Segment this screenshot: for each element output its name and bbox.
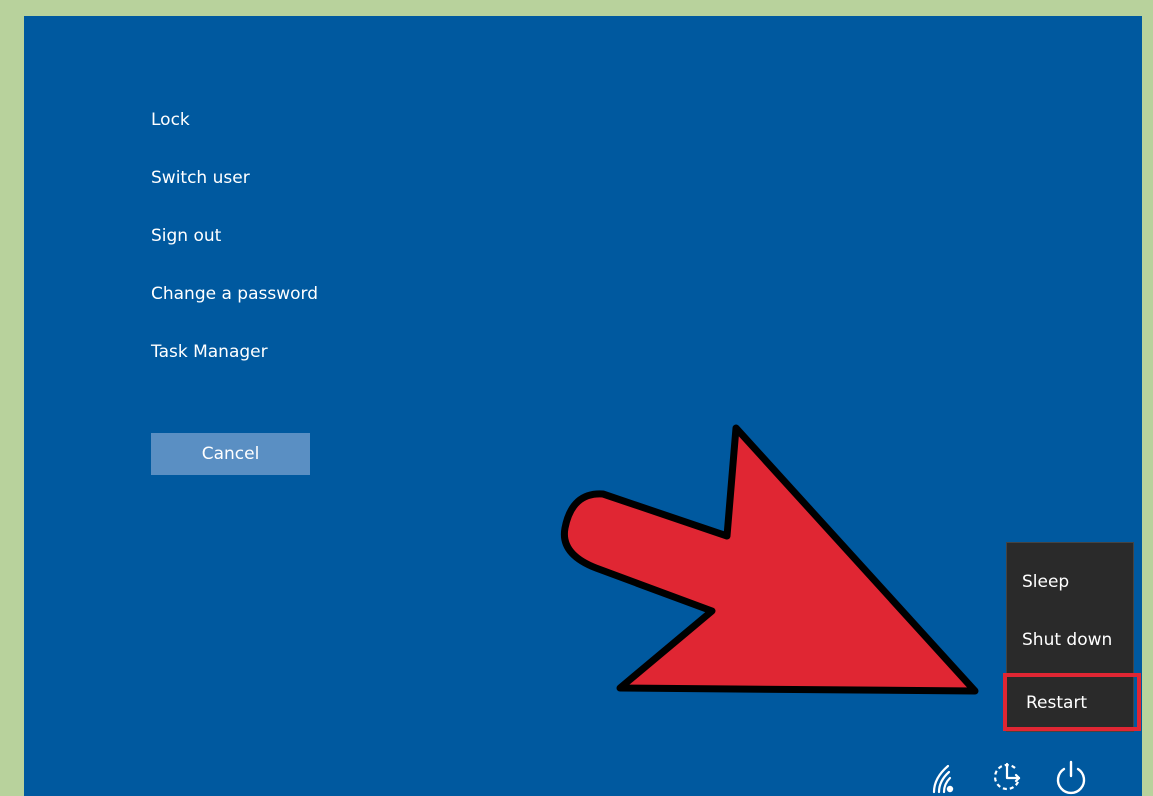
shut-down-option[interactable]: Shut down — [1007, 615, 1133, 665]
sign-out-option[interactable]: Sign out — [151, 220, 318, 278]
sleep-option[interactable]: Sleep — [1007, 557, 1133, 607]
wifi-icon[interactable] — [926, 758, 964, 796]
task-manager-option[interactable]: Task Manager — [151, 336, 318, 394]
security-options-menu: Lock Switch user Sign out Change a passw… — [151, 104, 318, 394]
ease-of-access-icon[interactable] — [989, 758, 1027, 796]
change-password-option[interactable]: Change a password — [151, 278, 318, 336]
ctrl-alt-del-screen: Lock Switch user Sign out Change a passw… — [24, 16, 1142, 796]
cancel-button[interactable]: Cancel — [151, 433, 310, 475]
power-options-menu: Sleep Shut down Restart — [1003, 542, 1141, 732]
image-frame: Lock Switch user Sign out Change a passw… — [0, 0, 1153, 796]
power-icon[interactable] — [1052, 758, 1090, 796]
switch-user-option[interactable]: Switch user — [151, 162, 318, 220]
lock-option[interactable]: Lock — [151, 104, 318, 162]
restart-option[interactable]: Restart — [1003, 673, 1141, 731]
